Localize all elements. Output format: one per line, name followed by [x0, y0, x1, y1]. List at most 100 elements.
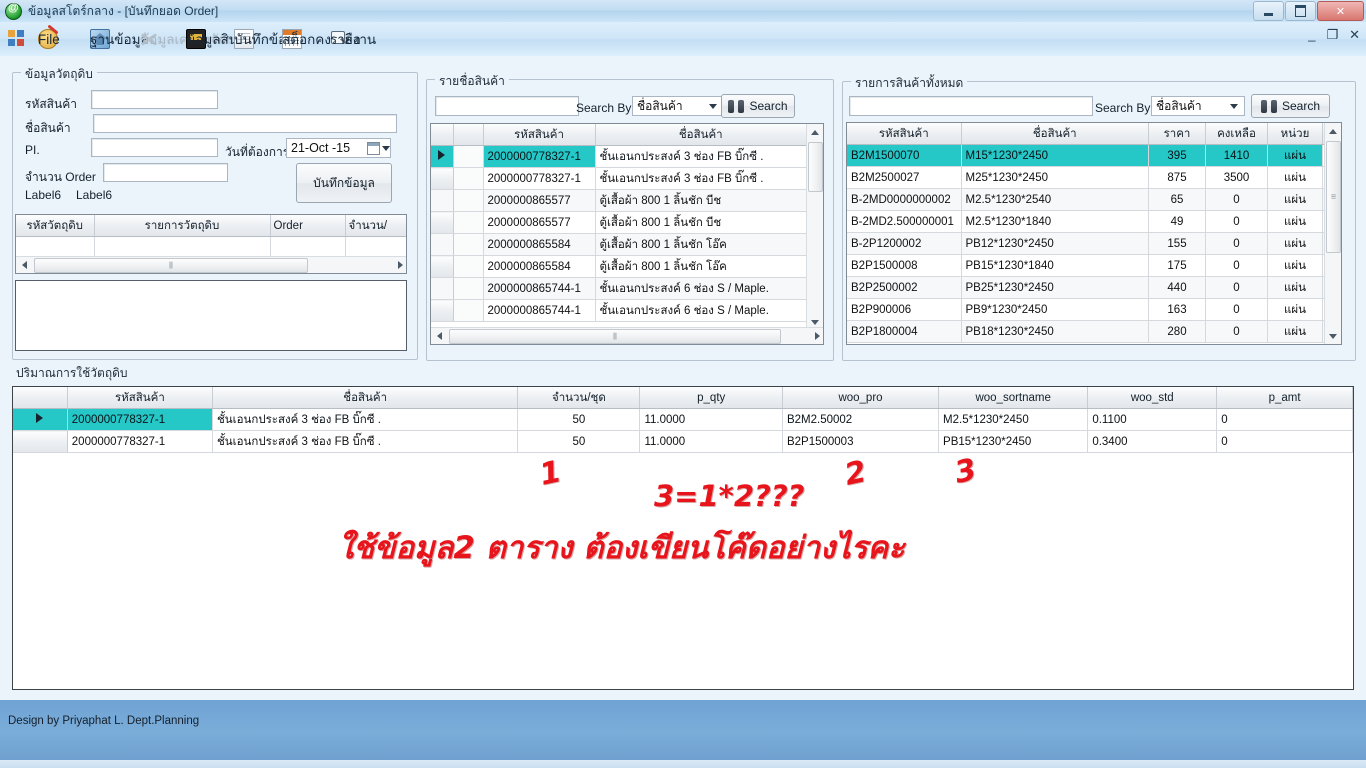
product-list-search-by-label: Search By: [576, 101, 632, 115]
row-header[interactable]: [13, 408, 68, 431]
vscroll-thumb[interactable]: [808, 142, 823, 192]
all-products-col-price[interactable]: ราคา: [1148, 123, 1206, 145]
annotation-question: ใช้ข้อมูล2 ตาราง ต้องเขียนโค๊ดอย่างไรคะ: [338, 530, 905, 566]
table-row[interactable]: B2M1500070 M15*1230*2450 395 1410 แผ่น: [847, 144, 1341, 167]
all-products-vscrollbar[interactable]: ≡: [1324, 123, 1341, 344]
row-header[interactable]: [431, 277, 454, 300]
cell-name: M25*1230*2450: [961, 166, 1149, 189]
all-products-search-by-combo[interactable]: ชื่อสินค้า: [1151, 96, 1245, 116]
window-close-button[interactable]: ✕: [1317, 1, 1364, 21]
table-row[interactable]: B2M2500027 M25*1230*2450 875 3500 แผ่น: [847, 166, 1341, 189]
date-picker-dropdown[interactable]: [366, 139, 390, 157]
table-row[interactable]: B2P1500008 PB15*1230*1840 175 0 แผ่น: [847, 254, 1341, 277]
scroll-left-button[interactable]: [16, 257, 32, 273]
all-products-col-code[interactable]: รหัสสินค้า: [847, 123, 962, 145]
row-header[interactable]: [431, 255, 454, 278]
material-data-groupbox: ข้อมูลวัตถุดิบ รหัสสินค้า ชื่อสินค้า PI.…: [12, 65, 418, 360]
usage-col-pamt[interactable]: p_amt: [1216, 387, 1353, 409]
window-controls: ✕: [1253, 1, 1364, 21]
all-products-col-unit[interactable]: หน่วย: [1267, 123, 1323, 145]
table-row[interactable]: 2000000865577 ตู้เสื้อผ้า 800 1 ลิ้นชัก …: [431, 189, 823, 212]
table-row[interactable]: 2000000865577 ตู้เสื้อผ้า 800 1 ลิ้นชัก …: [431, 211, 823, 234]
table-row[interactable]: 2000000865744-1 ชั้นเอนกประสงค์ 6 ช่อง S…: [431, 299, 823, 322]
menu-item-file[interactable]: File: [30, 25, 66, 53]
all-products-search-input[interactable]: [849, 96, 1093, 116]
all-products-col-name[interactable]: ชื่อสินค้า: [961, 123, 1149, 145]
product-list-col-code[interactable]: รหัสสินค้า: [483, 124, 596, 146]
usage-col-woosortname[interactable]: woo_sortname: [938, 387, 1089, 409]
menu-item-database[interactable]: ฐานข้อมูล: [82, 25, 149, 53]
table-row[interactable]: B2P2500002 PB25*1230*2450 440 0 แผ่น: [847, 276, 1341, 299]
product-name-input[interactable]: [93, 114, 397, 133]
table-row[interactable]: 2000000778327-1 ชั้นเอนกประสงค์ 3 ช่อง F…: [431, 167, 823, 190]
usage-col-qty-set[interactable]: จำนวน/ชุด: [517, 387, 641, 409]
material-col-order[interactable]: Order: [270, 215, 346, 237]
product-list-search-by-combo[interactable]: ชื่อสินค้า: [632, 96, 724, 116]
table-row[interactable]: 2000000778327-1 ชั้นเอนกประสงค์ 3 ช่อง F…: [13, 430, 1353, 453]
table-row[interactable]: 2000000778327-1 ชั้นเอนกประสงค์ 3 ช่อง F…: [431, 145, 823, 168]
scroll-up-button[interactable]: [807, 124, 823, 140]
material-grid[interactable]: รหัสวัตถุดิบ รายการวัตถุดิบ Order จำนวน/: [15, 214, 407, 274]
table-row[interactable]: B2P900006 PB9*1230*2450 163 0 แผ่น: [847, 298, 1341, 321]
product-list-grid-table: รหัสสินค้า ชื่อสินค้า 2000000778327-1 ชั…: [431, 124, 823, 322]
product-code-input[interactable]: [91, 90, 218, 109]
window-restore-button[interactable]: [1285, 1, 1316, 21]
table-row[interactable]: B-2P1200002 PB12*1230*2450 155 0 แผ่น: [847, 232, 1341, 255]
vscroll-thumb[interactable]: ≡: [1326, 141, 1341, 253]
row-header[interactable]: [13, 430, 68, 453]
mdi-close-button[interactable]: ✕: [1349, 28, 1360, 41]
cell-name: ชั้นเอนกประสงค์ 3 ช่อง FB บิ๊กซี .: [212, 430, 519, 453]
product-list-col-name[interactable]: ชื่อสินค้า: [595, 124, 807, 146]
cell-woo-std: 0.3400: [1087, 430, 1218, 453]
table-row[interactable]: 2000000865584 ตู้เสื้อผ้า 800 1 ลิ้นชัก …: [431, 255, 823, 278]
row-header[interactable]: [431, 299, 454, 322]
table-row[interactable]: 2000000778327-1 ชั้นเอนกประสงค์ 3 ช่อง F…: [13, 408, 1353, 431]
usage-col-name[interactable]: ชื่อสินค้า: [212, 387, 519, 409]
scroll-down-button[interactable]: [1325, 328, 1341, 344]
material-col-qty[interactable]: จำนวน/: [345, 215, 406, 237]
row-header[interactable]: [431, 145, 454, 168]
scroll-left-button[interactable]: [431, 328, 447, 344]
product-list-search-button[interactable]: Search: [721, 94, 795, 118]
product-list-hscrollbar[interactable]: ⦀: [431, 327, 823, 344]
table-row[interactable]: B-2MD2.500000001 M2.5*1230*1840 49 0 แผ่…: [847, 210, 1341, 233]
usage-col-code[interactable]: รหัสสินค้า: [67, 387, 213, 409]
scroll-right-button[interactable]: [392, 257, 406, 273]
hscroll-thumb[interactable]: ⦀: [449, 329, 781, 344]
mdi-minimize-button[interactable]: _: [1308, 28, 1315, 41]
cell-name: ตู้เสื้อผ้า 800 1 ลิ้นชัก โอ๊ค: [595, 233, 807, 256]
scroll-right-button[interactable]: [809, 328, 823, 344]
material-grid-hscrollbar[interactable]: ⦀: [16, 256, 406, 273]
row-header[interactable]: [431, 211, 454, 234]
thumb-grip-icon: ⦀: [613, 331, 617, 341]
material-col-item[interactable]: รายการวัตถุดิบ: [94, 215, 271, 237]
product-list-grid[interactable]: รหัสสินค้า ชื่อสินค้า 2000000778327-1 ชั…: [430, 123, 824, 345]
row-header[interactable]: [431, 167, 454, 190]
material-data-group-title: ข้อมูลวัตถุดิบ: [21, 65, 97, 84]
all-products-grid[interactable]: รหัสสินค้า ชื่อสินค้า ราคา คงเหลือ หน่วย…: [846, 122, 1342, 345]
all-products-search-button[interactable]: Search: [1251, 94, 1330, 118]
table-row[interactable]: 2000000865744-1 ชั้นเอนกประสงค์ 6 ช่อง S…: [431, 277, 823, 300]
usage-col-pqty[interactable]: p_qty: [639, 387, 783, 409]
row-header[interactable]: [431, 233, 454, 256]
material-col-code[interactable]: รหัสวัตถุดิบ: [16, 215, 95, 237]
mdi-restore-button[interactable]: ❐: [1326, 28, 1338, 41]
usage-col-woostd[interactable]: woo_std: [1087, 387, 1218, 409]
scroll-up-button[interactable]: [1325, 123, 1341, 139]
material-notes-panel[interactable]: [15, 280, 407, 351]
product-list-vscrollbar[interactable]: [806, 124, 823, 330]
row-header[interactable]: [431, 189, 454, 212]
table-row[interactable]: B2P1800004 PB18*1230*2450 280 0 แผ่น: [847, 320, 1341, 343]
window-minimize-button[interactable]: [1253, 1, 1284, 21]
required-date-picker[interactable]: 21-Oct -15: [286, 138, 391, 158]
product-code-label: รหัสสินค้า: [25, 97, 77, 111]
product-list-search-input[interactable]: [435, 96, 579, 116]
save-data-button[interactable]: บันทึกข้อมูล: [296, 163, 392, 203]
all-products-col-remain[interactable]: คงเหลือ: [1205, 123, 1268, 145]
pi-input[interactable]: [91, 138, 218, 157]
table-row[interactable]: B-2MD0000000002 M2.5*1230*2540 65 0 แผ่น: [847, 188, 1341, 211]
hscroll-thumb[interactable]: ⦀: [34, 258, 308, 273]
order-qty-input[interactable]: [103, 163, 228, 182]
usage-col-woopro[interactable]: woo_pro: [782, 387, 940, 409]
table-row[interactable]: 2000000865584 ตู้เสื้อผ้า 800 1 ลิ้นชัก …: [431, 233, 823, 256]
